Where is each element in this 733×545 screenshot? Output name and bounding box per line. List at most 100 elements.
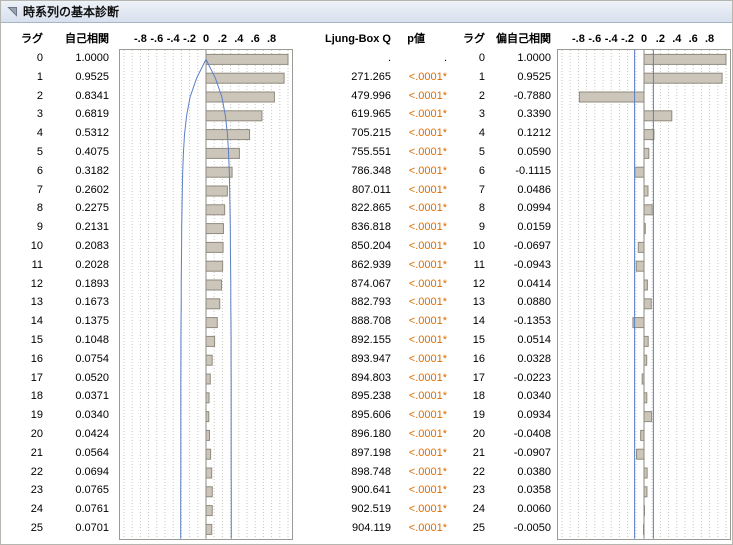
pacf-bar [643, 110, 673, 122]
pacf-chart-svg [561, 50, 727, 539]
pacf-value-cell: 0.0590 [517, 145, 551, 158]
lag-cell: 4 [478, 127, 485, 140]
p-value-cell: <.0001* [408, 164, 447, 177]
p-value-cell: <.0001* [408, 371, 447, 384]
pacf-value-cell: -0.7880 [513, 89, 551, 102]
pacf-bar [643, 298, 652, 310]
acf-value-cell: 0.1673 [75, 296, 109, 309]
p-value-cell: <.0001* [408, 427, 447, 440]
lag-cell: 7 [478, 183, 485, 196]
pacf-bar [643, 523, 645, 535]
p-value-cell: <.0001* [408, 239, 447, 252]
acf-bar [205, 505, 213, 517]
acf-value-cell: 0.0371 [75, 390, 109, 403]
pacf-value-cell: 0.0414 [517, 277, 551, 290]
report-title-bar[interactable]: 時系列の基本診断 [1, 1, 732, 23]
ljung-box-q-cell: 850.204 [351, 239, 391, 252]
ljung-box-q-cell: 893.947 [351, 352, 391, 365]
lag-cell: 6 [36, 164, 43, 177]
pacf-bar [643, 185, 649, 197]
axis-tick-label: .2 [655, 33, 665, 45]
acf-value-cell: 0.0424 [75, 427, 109, 440]
pacf-value-cell: -0.0408 [513, 427, 551, 440]
pacf-value-cell: -0.0907 [513, 446, 551, 459]
axis-tick-label: -.4 [166, 33, 180, 45]
lag-cell: 24 [30, 503, 43, 516]
ljung-box-q-cell: 896.180 [351, 427, 391, 440]
lag-cell: 18 [472, 390, 485, 403]
ljung-box-q-column: . 271.265 479.996 619.965 705.215 755.551 786.… [293, 49, 393, 540]
pacf-value-cell: -0.0943 [513, 258, 551, 271]
column-header-lag: ラグ [21, 33, 43, 45]
axis-tick-label: -.8 [133, 33, 147, 45]
column-header-pacf: 偏自己相関 [496, 33, 551, 45]
axis-tick-label: .4 [672, 33, 682, 45]
acf-value-cell: 0.8341 [75, 89, 109, 102]
pacf-value-cell: 0.0514 [517, 333, 551, 346]
acf-chart [119, 49, 293, 540]
lag-cell: 11 [31, 258, 43, 271]
pacf-axis-labels: -.8 -.6 -.4 -.2 0 .2 .4 .6 .8 [557, 29, 732, 49]
ljung-box-q-cell: 900.641 [351, 484, 391, 497]
acf-value-cell: 0.6819 [75, 108, 109, 121]
axis-tick-label: .8 [705, 33, 715, 45]
p-value-column: . <.0001* <.0001* <.0001* <.0001* <.0001* <.00… [393, 49, 449, 540]
ljung-box-q-cell: 874.067 [351, 277, 391, 290]
lag-cell: 23 [30, 484, 43, 497]
pacf-value-cell: 0.3390 [517, 108, 551, 121]
acf-value-cell: 0.0761 [75, 503, 109, 516]
lag-cell: 14 [472, 315, 485, 328]
lag-cell: 10 [30, 239, 43, 252]
lag-cell: 14 [30, 315, 43, 328]
pacf-value-cell: 0.0060 [517, 503, 551, 516]
ljung-box-q-cell: 904.119 [352, 521, 391, 534]
p-value-cell: <.0001* [408, 390, 447, 403]
p-value-cell: <.0001* [408, 521, 447, 534]
column-header-lag2: ラグ [463, 33, 485, 45]
p-value-cell: <.0001* [408, 70, 447, 83]
pacf-bar [637, 241, 645, 253]
lag-cell: 22 [30, 465, 43, 478]
pacf-value-cell: 0.0380 [517, 465, 551, 478]
ljung-box-q-cell: 479.996 [351, 89, 391, 102]
lag-cell: 5 [36, 145, 43, 158]
p-value-cell: <.0001* [408, 465, 447, 478]
acf-bar [205, 223, 224, 235]
pacf-column: 1.0000 0.9525 -0.7880 0.3390 0.1212 0.0590 -0.… [487, 49, 553, 540]
pacf-bar [643, 147, 650, 159]
ljung-box-q-cell: 836.818 [351, 221, 391, 234]
acf-bar [205, 147, 240, 159]
pacf-value-cell: -0.0697 [513, 239, 551, 252]
column-header-p-value: p値 [407, 33, 425, 45]
lag-cell: 8 [478, 202, 485, 215]
acf-bar [205, 260, 224, 272]
lag-cell: 19 [30, 409, 43, 422]
axis-tick-label: 0 [640, 33, 648, 45]
jmp-report-window: 時系列の基本診断 ラグ 自己相関 -.8 -.6 -.4 -.2 0.2.4.6.8 L… [0, 0, 733, 545]
acf-value-cell: 0.5312 [75, 127, 109, 140]
acf-value-cell: 0.2028 [75, 258, 109, 271]
axis-tick-label: -.2 [621, 33, 635, 45]
acf-bar [205, 279, 223, 291]
pacf-bar [643, 72, 723, 84]
lag-cell: 3 [478, 108, 485, 121]
ljung-box-q-cell: 822.865 [351, 202, 391, 215]
acf-bar [205, 448, 212, 460]
acf-bar [205, 335, 216, 347]
acf-bar [205, 110, 263, 122]
axis-tick-label: .6 [250, 33, 260, 45]
pacf-value-cell: 1.0000 [517, 52, 551, 64]
pacf-value-cell: -0.1353 [513, 315, 551, 328]
axis-tick-label: .8 [267, 33, 277, 45]
disclosure-triangle-icon[interactable] [7, 6, 18, 17]
pacf-bar [643, 204, 653, 216]
confidence-curve-lower [180, 59, 207, 539]
ljung-box-q-cell: . [387, 52, 391, 64]
lag-cell: 16 [472, 352, 485, 365]
ljung-box-q-cell: 897.198 [351, 446, 391, 459]
pacf-value-cell: -0.1115 [515, 164, 551, 177]
pacf-bar [643, 335, 649, 347]
diagnostics-panel: ラグ 自己相関 -.8 -.6 -.4 -.2 0.2.4.6.8 Ljung-Box … [1, 23, 732, 540]
acf-bar [205, 523, 213, 535]
lag-cell: 24 [472, 503, 485, 516]
